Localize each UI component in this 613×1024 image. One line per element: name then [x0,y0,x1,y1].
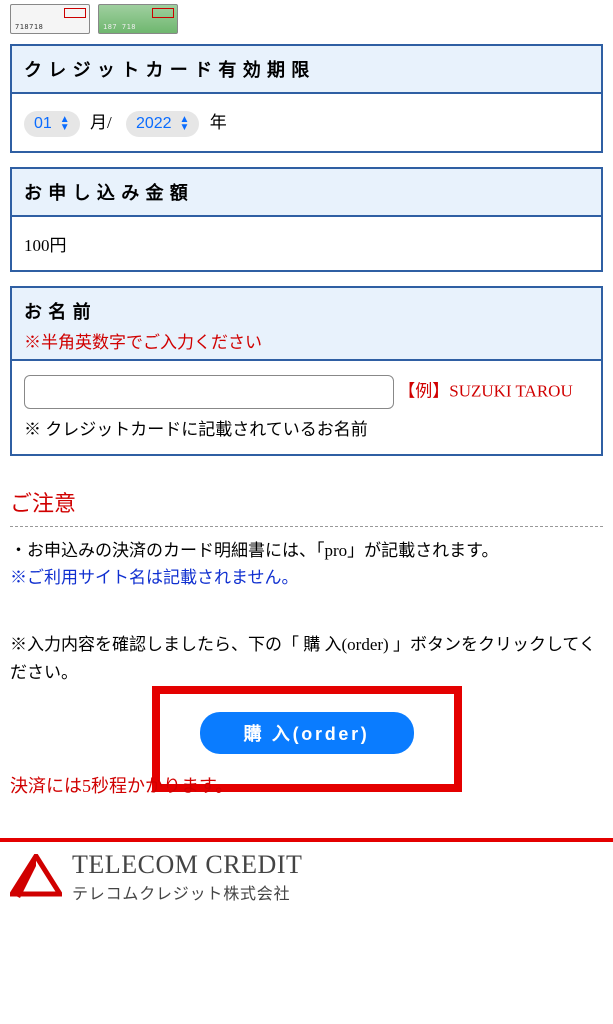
card-cvv-illustrations: 718718 187 718 [10,0,603,44]
name-hint: ※半角英数字でご入力ください [24,328,589,353]
expiry-year-select[interactable]: 2022 ▲▼ [126,111,200,137]
divider [10,526,603,527]
name-note: ※ クレジットカードに記載されているお名前 [24,415,589,440]
footer: TELECOM CREDIT テレコムクレジット株式会社 [0,838,613,904]
expiry-year-value: 2022 [136,115,172,133]
chevron-updown-icon: ▲▼ [60,116,70,132]
expiry-section: クレジットカード有効期限 01 ▲▼ 月/ 2022 ▲▼ 年 [10,44,603,153]
name-example: 【例】SUZUKI TAROU [398,382,572,401]
card-illustration-white: 718718 [10,4,90,34]
wait-note: 決済には5秒程かかります。 [10,772,603,798]
name-section: お名前 ※半角英数字でご入力ください 【例】SUZUKI TAROU ※ クレジ… [10,286,603,456]
year-suffix-label: 年 [210,113,227,132]
footer-company-jp: テレコムクレジット株式会社 [72,880,302,904]
name-input[interactable] [24,375,394,409]
month-suffix-label: 月/ [90,113,112,132]
caution-line-2: ※ご利用サイト名は記載されません。 [10,564,603,591]
expiry-month-value: 01 [34,115,52,133]
chevron-updown-icon: ▲▼ [180,116,190,132]
caution-line-1: ・お申込みの決済のカード明細書には、「pro」が記載されます。 [10,537,603,564]
name-header: お名前 [24,298,589,324]
order-button[interactable]: 購 入(order) [200,712,414,754]
telecom-logo-icon [10,854,62,900]
footer-company-en: TELECOM CREDIT [72,850,302,880]
amount-header: お申し込み金額 [12,169,601,217]
card-illustration-green: 187 718 [98,4,178,34]
amount-value: 100円 [12,217,601,270]
caution-title: ご注意 [10,486,603,518]
amount-section: お申し込み金額 100円 [10,167,603,272]
order-instruction: ※入力内容を確認しましたら、下の「 購 入(order) 」ボタンをクリックして… [10,631,603,685]
expiry-month-select[interactable]: 01 ▲▼ [24,111,80,137]
expiry-header: クレジットカード有効期限 [12,46,601,94]
